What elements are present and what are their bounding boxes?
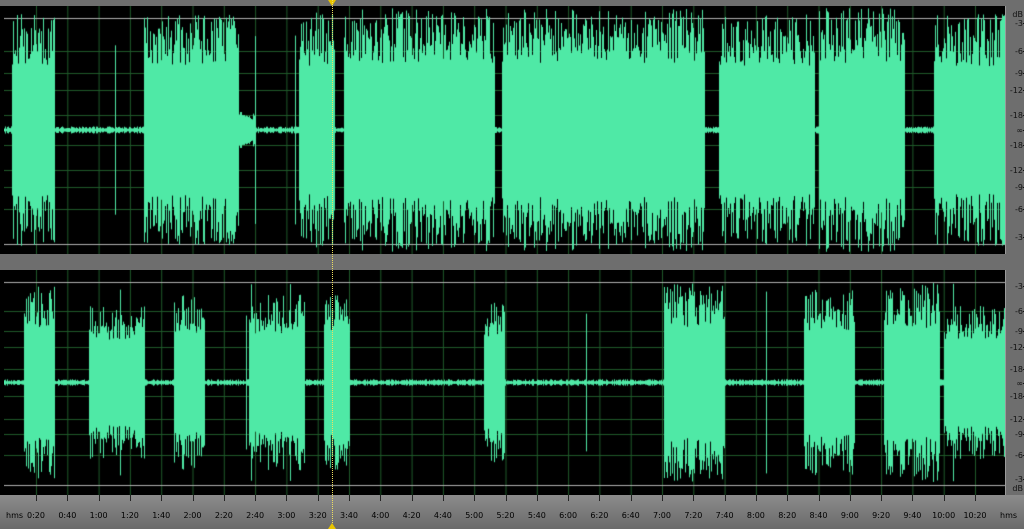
waveform-canvas-right[interactable] [4,270,1005,495]
time-tick-label: 6:20 [590,511,609,520]
time-tick [411,495,413,501]
time-tick [505,495,507,501]
time-tick [975,495,976,501]
playhead-marker-top[interactable] [328,0,336,6]
time-tick-label: 3:00 [277,511,296,520]
time-tick [943,495,945,501]
time-tick [787,495,789,501]
time-tick [881,495,883,501]
db-tick-label: -12 [1009,415,1024,424]
time-tick-label: 1:40 [152,511,171,520]
time-tick-label: 9:20 [872,511,891,520]
time-tick [568,495,570,501]
time-tick-label: 0:20 [27,511,45,520]
db-unit-label: dB [1012,484,1023,493]
time-tick [755,495,757,501]
db-tick-label: -18 [1009,141,1024,150]
playhead-marker-bottom[interactable] [328,523,336,529]
time-tick-label: 1:20 [120,511,139,520]
time-tick-label: 7:20 [684,511,703,520]
db-tick-label: -12 [1009,166,1024,175]
time-tick-label: 0:40 [58,511,77,520]
db-scale-left-channel: dB -3 -6 -9 -12 -18 ∞ -18 -12 -9 -6 -3 [1005,6,1024,254]
time-tick-label: 6:00 [559,511,578,520]
time-tick-label: 8:20 [778,511,797,520]
time-tick-label: 7:40 [715,511,734,520]
time-tick [599,495,601,501]
time-tick [849,495,851,501]
db-tick-label: -9 [1015,69,1024,78]
waveform-track-right-channel[interactable] [4,270,1005,495]
db-tick-label: -3 [1015,233,1024,242]
time-tick-label: 3:40 [340,511,358,520]
time-tick [380,495,382,501]
time-tick [474,495,476,501]
time-tick [630,495,632,501]
time-tick [349,495,350,501]
db-tick-label: ∞ [1016,126,1024,135]
time-tick [161,495,163,501]
time-tick-label: 4:00 [371,511,390,520]
db-tick-label: ∞ [1016,379,1024,388]
db-tick-label: -18 [1009,365,1024,374]
time-tick-label: 2:00 [183,511,202,520]
db-tick-label: -18 [1009,111,1024,120]
time-tick-label: 5:20 [496,511,515,520]
channel-separator[interactable] [0,254,1024,270]
time-tick-label: 8:40 [809,511,828,520]
time-tick-label: 4:40 [433,511,452,520]
time-tick [317,495,319,501]
db-scale-right-channel: dB -3 -6 -9 -12 -18 ∞ -18 -12 -9 -6 -3 [1005,270,1024,495]
time-tick-label: 8:00 [746,511,765,520]
time-tick-label: 6:40 [621,511,640,520]
time-tick-label: 9:40 [903,511,922,520]
time-tick [442,495,444,501]
time-tick [662,495,663,501]
time-unit-label-left: hms [6,511,24,520]
time-tick [724,495,726,501]
db-tick-label: -6 [1015,47,1024,56]
db-tick-label: -9 [1015,183,1024,192]
db-tick-label: -6 [1015,205,1024,214]
time-tick-label: 10:00 [932,511,956,520]
time-tick-label: 5:40 [527,511,546,520]
time-tick [286,495,288,501]
time-tick [223,495,225,501]
time-tick [67,495,69,501]
time-tick [192,495,194,501]
time-ruler[interactable]: hms hms 0:20 0:40 1:00 1:20 1:40 2:00 2:20 2:40… [0,495,1024,529]
time-tick [36,495,37,501]
time-tick-label: 2:20 [214,511,233,520]
time-tick-label: 4:20 [402,511,421,520]
time-tick [98,495,100,501]
time-tick [818,495,820,501]
waveform-editor[interactable]: dB -3 -6 -9 -12 -18 ∞ -18 -12 -9 -6 -3 dB -3 -6 -9 -1… [0,0,1024,529]
time-tick [255,495,257,501]
waveform-canvas-left[interactable] [4,6,1005,254]
time-tick-label: 9:00 [840,511,859,520]
db-tick-label: -6 [1015,451,1024,460]
waveform-track-left-channel[interactable] [4,6,1005,254]
time-unit-label-right: hms [1000,511,1018,520]
db-tick-label: -3 [1015,475,1024,484]
time-tick-label: 10:20 [963,511,987,520]
time-tick-label: 3:20 [308,511,327,520]
time-tick-label: 2:40 [246,511,265,520]
time-tick [693,495,695,501]
time-tick [912,495,914,501]
time-tick [129,495,131,501]
db-tick-label: -9 [1015,430,1024,439]
db-tick-label: -6 [1015,307,1024,316]
db-tick-label: -9 [1015,327,1024,336]
time-tick-label: 5:00 [465,511,484,520]
time-tick [536,495,538,501]
time-tick-label: 7:00 [653,511,671,520]
db-tick-label: -18 [1009,392,1024,401]
db-tick-label: -3 [1015,282,1024,291]
db-tick-label: -3 [1015,19,1024,28]
time-tick-label: 1:00 [89,511,108,520]
db-unit-label: dB [1012,10,1023,19]
db-tick-label: -12 [1009,343,1024,352]
db-tick-label: -12 [1009,86,1024,95]
